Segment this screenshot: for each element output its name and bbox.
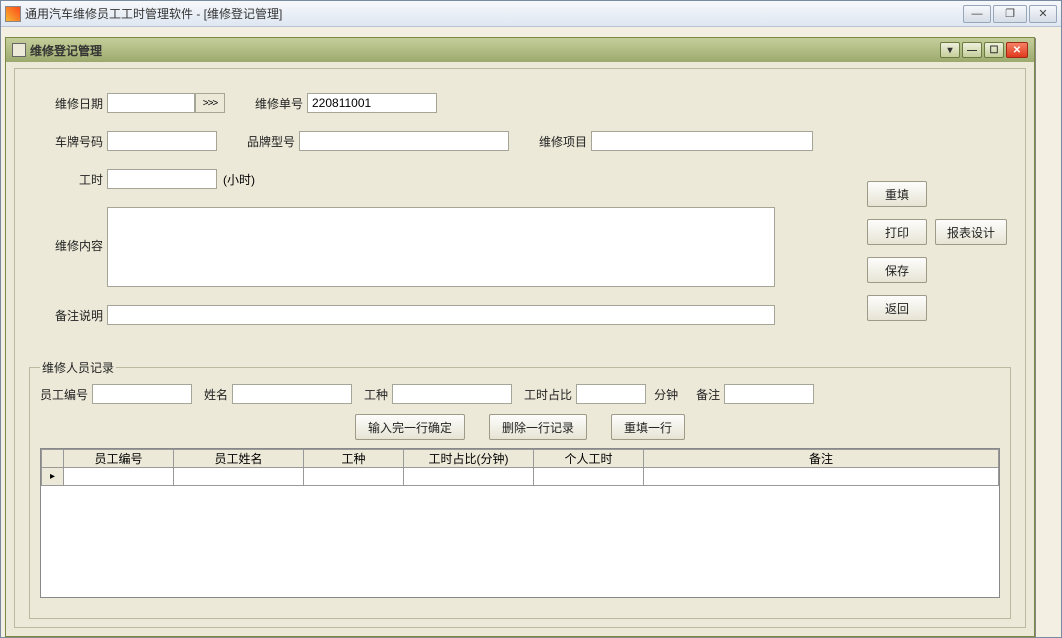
app-icon [5, 6, 21, 22]
cell-time-ratio[interactable] [404, 468, 534, 486]
mdi-area: 维修登记管理 ▾ — ☐ ✕ 重填 打印 报表设计 [1, 27, 1061, 637]
work-type-label: 工种 [364, 386, 388, 403]
inner-body: 重填 打印 报表设计 保存 返回 维修日期 >>> 维修单号 [14, 68, 1026, 628]
row-plate-brand-item: 车牌号码 品牌型号 维修项目 [35, 131, 1005, 151]
date-picker-button[interactable]: >>> [195, 93, 225, 113]
save-button[interactable]: 保存 [867, 257, 927, 283]
staff-table-body: ▸ [42, 468, 999, 486]
col-personal-hours[interactable]: 个人工时 [534, 450, 644, 468]
brand-model-label: 品牌型号 [235, 133, 295, 150]
print-button[interactable]: 打印 [867, 219, 927, 245]
staff-entry-row: 员工编号 姓名 工种 工时占比 分钟 备注 [40, 384, 1000, 404]
time-ratio-label: 工时占比 [524, 386, 572, 403]
emp-name-input[interactable] [232, 384, 352, 404]
repair-item-label: 维修项目 [527, 133, 587, 150]
order-no-label: 维修单号 [237, 95, 303, 112]
hours-label: 工时 [35, 171, 103, 188]
inner-window-icon [12, 43, 26, 57]
cell-emp-name[interactable] [174, 468, 304, 486]
cell-personal-hours[interactable] [534, 468, 644, 486]
delete-row-button[interactable]: 删除一行记录 [489, 414, 587, 440]
outer-titlebar: 通用汽车维修员工工时管理软件 - [维修登记管理] — ❐ ✕ [1, 1, 1061, 27]
work-type-input[interactable] [392, 384, 512, 404]
col-work-type[interactable]: 工种 [304, 450, 404, 468]
reset-button[interactable]: 重填 [867, 181, 927, 207]
note-input[interactable] [724, 384, 814, 404]
staff-table-head: 员工编号 员工姓名 工种 工时占比(分钟) 个人工时 备注 [42, 450, 999, 468]
inner-window: 维修登记管理 ▾ — ☐ ✕ 重填 打印 报表设计 [5, 37, 1035, 637]
minutes-unit-label: 分钟 [654, 386, 678, 403]
repair-content-textarea[interactable] [107, 207, 775, 287]
back-button[interactable]: 返回 [867, 295, 927, 321]
outer-title: 通用汽车维修员工工时管理软件 - [维修登记管理] [25, 5, 282, 22]
emp-no-label: 员工编号 [40, 386, 88, 403]
row-repair-content: 维修内容 [35, 207, 1005, 287]
cell-note[interactable] [644, 468, 999, 486]
repair-date-label: 维修日期 [35, 95, 103, 112]
plate-no-input[interactable] [107, 131, 217, 151]
inner-close-button[interactable]: ✕ [1006, 42, 1028, 58]
row-indicator-header [42, 450, 64, 468]
hours-input[interactable] [107, 169, 217, 189]
outer-window: 通用汽车维修员工工时管理软件 - [维修登记管理] — ❐ ✕ 维修登记管理 ▾… [0, 0, 1062, 638]
inner-titlebar: 维修登记管理 ▾ — ☐ ✕ [6, 38, 1034, 62]
minimize-button[interactable]: — [963, 5, 991, 23]
time-ratio-input[interactable] [576, 384, 646, 404]
cell-emp-no[interactable] [64, 468, 174, 486]
repair-content-label: 维修内容 [35, 207, 103, 254]
remark-label: 备注说明 [35, 307, 103, 324]
side-buttons: 重填 打印 报表设计 保存 返回 [867, 181, 1007, 321]
outer-sys-buttons: — ❐ ✕ [963, 5, 1061, 23]
staff-table: 员工编号 员工姓名 工种 工时占比(分钟) 个人工时 备注 [41, 449, 999, 486]
staff-grid[interactable]: 员工编号 员工姓名 工种 工时占比(分钟) 个人工时 备注 [40, 448, 1000, 598]
form-area: 重填 打印 报表设计 保存 返回 维修日期 >>> 维修单号 [15, 69, 1025, 627]
brand-model-input[interactable] [299, 131, 509, 151]
row-hours: 工时 (小时) [35, 169, 1005, 189]
reset-row-button[interactable]: 重填一行 [611, 414, 685, 440]
table-row[interactable]: ▸ [42, 468, 999, 486]
emp-no-input[interactable] [92, 384, 192, 404]
repair-item-input[interactable] [591, 131, 813, 151]
inner-sys-buttons: ▾ — ☐ ✕ [940, 42, 1028, 58]
staff-records-legend: 维修人员记录 [40, 359, 116, 376]
restore-button[interactable]: ❐ [993, 5, 1027, 23]
col-note[interactable]: 备注 [644, 450, 999, 468]
hours-unit-label: (小时) [223, 171, 255, 188]
note-label: 备注 [696, 386, 720, 403]
staff-row-buttons: 输入完一行确定 删除一行记录 重填一行 [40, 414, 1000, 440]
close-button[interactable]: ✕ [1029, 5, 1057, 23]
col-emp-no[interactable]: 员工编号 [64, 450, 174, 468]
emp-name-label: 姓名 [204, 386, 228, 403]
row-indicator-icon: ▸ [42, 468, 64, 486]
repair-date-input[interactable] [107, 93, 195, 113]
inner-minimize-button[interactable]: — [962, 42, 982, 58]
report-design-button[interactable]: 报表设计 [935, 219, 1007, 245]
col-time-ratio[interactable]: 工时占比(分钟) [404, 450, 534, 468]
staff-records-group: 维修人员记录 员工编号 姓名 工种 工时占比 分钟 备注 [29, 359, 1011, 619]
plate-no-label: 车牌号码 [35, 133, 103, 150]
col-emp-name[interactable]: 员工姓名 [174, 450, 304, 468]
inner-dropdown-button[interactable]: ▾ [940, 42, 960, 58]
remark-input[interactable] [107, 305, 775, 325]
order-no-input[interactable] [307, 93, 437, 113]
confirm-row-button[interactable]: 输入完一行确定 [355, 414, 465, 440]
inner-title: 维修登记管理 [30, 42, 102, 59]
inner-maximize-button[interactable]: ☐ [984, 42, 1004, 58]
row-remark: 备注说明 [35, 305, 1005, 325]
row-date-order: 维修日期 >>> 维修单号 [35, 93, 1005, 113]
cell-work-type[interactable] [304, 468, 404, 486]
